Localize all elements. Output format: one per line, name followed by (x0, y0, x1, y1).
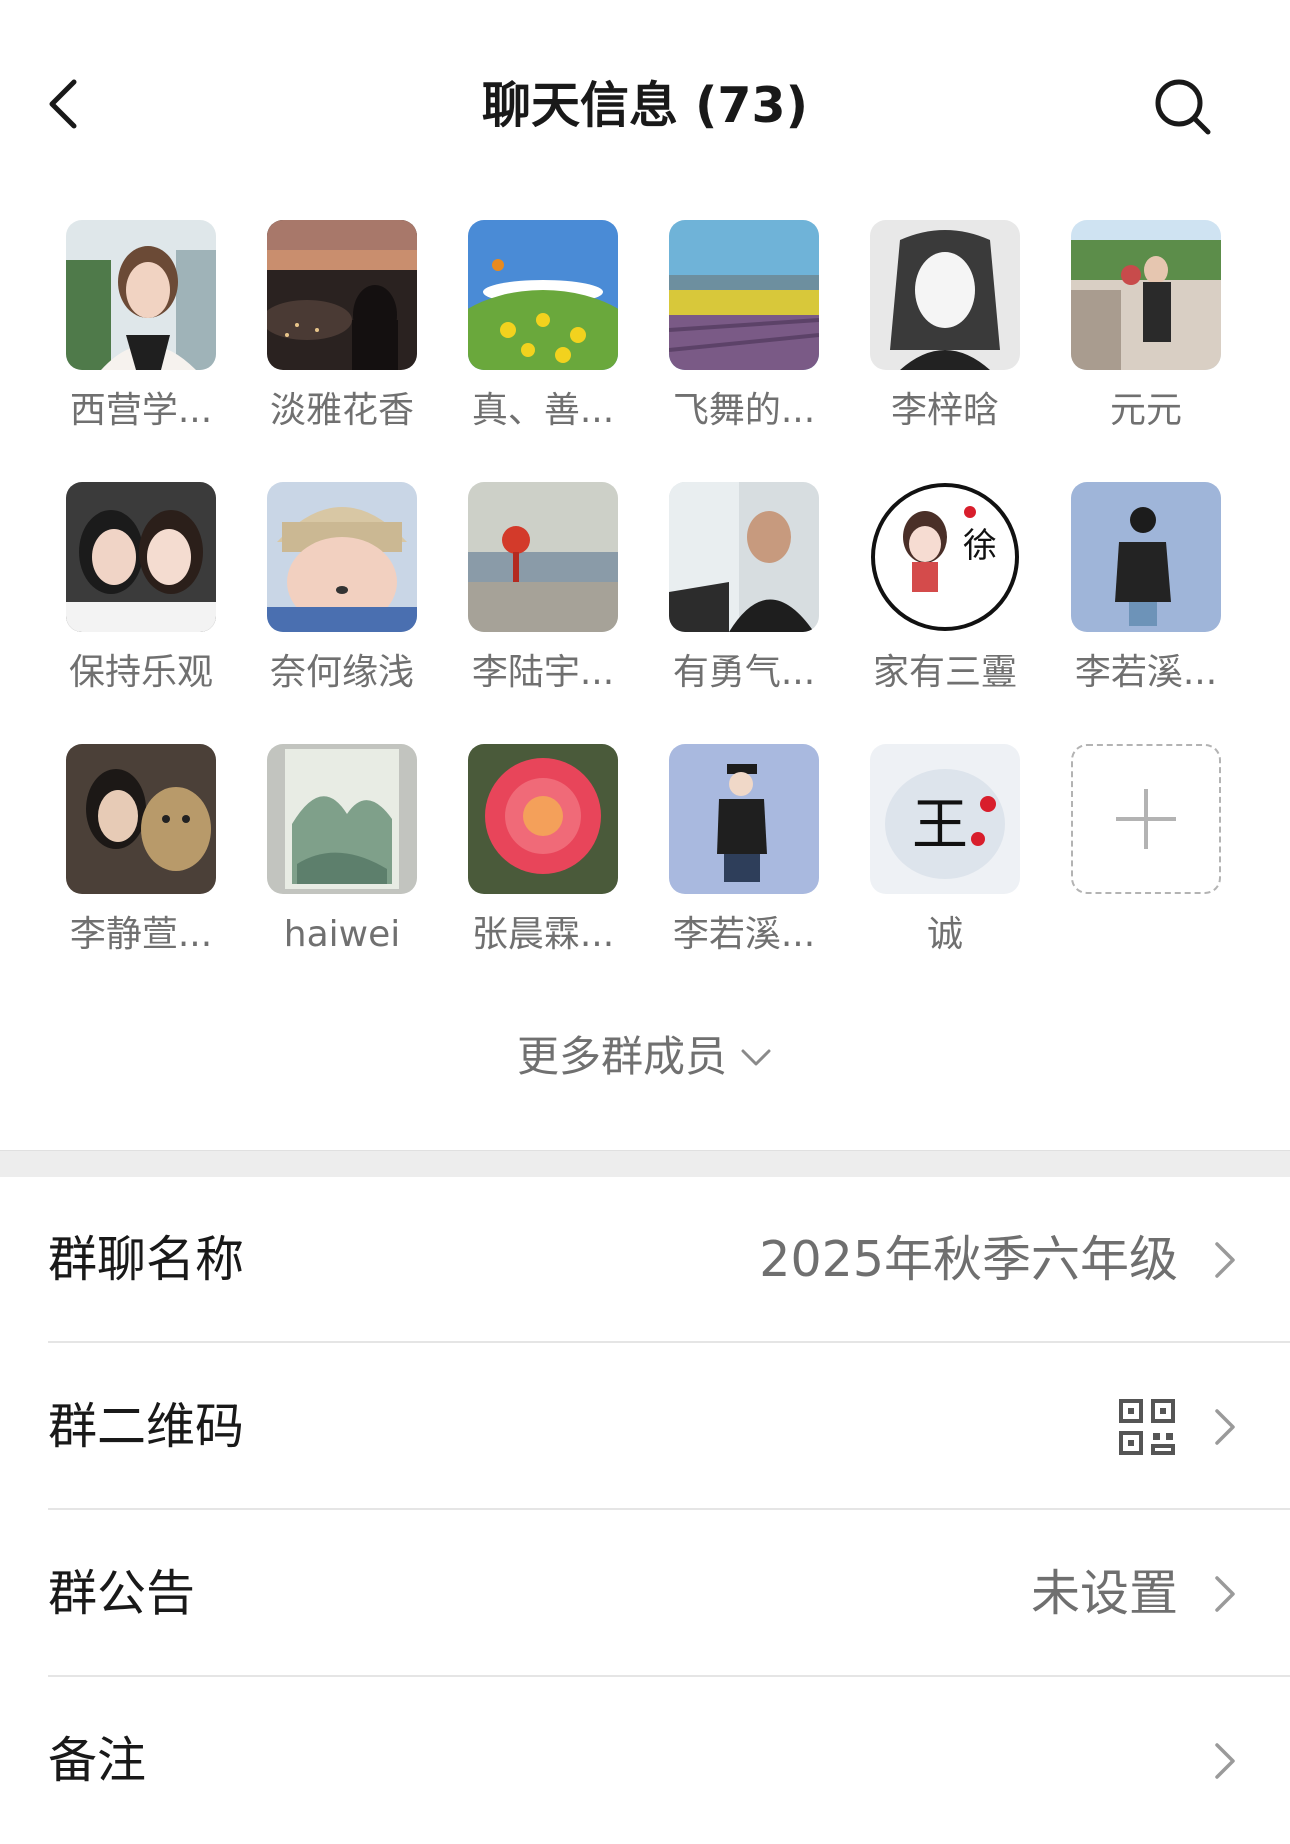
member-item[interactable]: 西营学... (51, 220, 231, 460)
member-avatar[interactable] (669, 482, 819, 632)
member-avatar[interactable] (267, 220, 417, 370)
group-qr-label: 群二维码 (48, 1398, 245, 1455)
member-avatar[interactable]: 王 (870, 744, 1020, 894)
member-item[interactable]: 淡雅花香 (252, 220, 432, 460)
member-name: 李若溪... (672, 914, 816, 955)
member-avatar[interactable]: 徐 (870, 482, 1020, 632)
member-name: 李若溪... (1074, 652, 1218, 693)
svg-text:王: 王 (912, 793, 968, 858)
page-title: 聊天信息 (73) (481, 77, 809, 134)
chevron-right-icon (1215, 1409, 1235, 1445)
member-name: 真、善... (471, 390, 615, 431)
member-avatar[interactable] (267, 744, 417, 894)
member-item[interactable]: 飞舞的... (654, 220, 834, 460)
member-avatar[interactable] (468, 220, 618, 370)
qr-code-icon (1119, 1399, 1175, 1455)
member-avatar[interactable] (66, 220, 216, 370)
member-name: haiwei (283, 914, 401, 955)
member-item[interactable]: 李若溪... (1056, 482, 1236, 722)
member-item[interactable]: 李若溪... (654, 744, 834, 984)
member-name: 淡雅花香 (269, 390, 414, 431)
add-member-tile[interactable] (1071, 744, 1221, 894)
chevron-down-icon (741, 1049, 771, 1066)
member-item[interactable]: 王 诚 (855, 744, 1035, 984)
plus-icon (1116, 789, 1176, 849)
group-qr-row[interactable]: 群二维码 (0, 1343, 1290, 1510)
member-avatar[interactable] (1071, 220, 1221, 370)
member-name: 诚 (926, 914, 963, 955)
member-name: 西营学... (69, 390, 213, 431)
member-name: 有勇气... (672, 652, 816, 693)
member-avatar[interactable] (267, 482, 417, 632)
member-name: 张晨霖... (471, 914, 615, 955)
member-avatar[interactable] (870, 220, 1020, 370)
member-name: 李陆宇... (471, 652, 615, 693)
member-name: 飞舞的... (672, 390, 816, 431)
member-item[interactable]: 李静萱... (51, 744, 231, 984)
more-members-label: 更多群成员 (516, 1032, 727, 1081)
member-avatar[interactable] (468, 744, 618, 894)
chevron-right-icon (1215, 1576, 1235, 1612)
search-button[interactable] (1148, 72, 1218, 142)
remark-label: 备注 (48, 1732, 147, 1789)
member-name: 家有三霻 (872, 652, 1017, 693)
member-item[interactable]: 有勇气... (654, 482, 834, 722)
member-name: 元元 (1109, 390, 1182, 431)
chevron-right-icon (1215, 1743, 1235, 1779)
member-avatar[interactable] (669, 744, 819, 894)
member-avatar[interactable] (468, 482, 618, 632)
group-name-row[interactable]: 群聊名称 2025年秋季六年级 (0, 1176, 1290, 1343)
member-item[interactable]: 奈何缘浅 (252, 482, 432, 722)
group-name-label: 群聊名称 (48, 1231, 245, 1288)
search-icon (1155, 79, 1211, 135)
more-members-button[interactable]: 更多群成员 (0, 1022, 1290, 1092)
section-divider (0, 1150, 1290, 1177)
member-item[interactable]: 保持乐观 (51, 482, 231, 722)
header-bar: 聊天信息 (73) (0, 0, 1290, 215)
member-name: 奈何缘浅 (269, 652, 414, 693)
member-item[interactable]: 元元 (1056, 220, 1236, 460)
member-item[interactable]: 张晨霖... (453, 744, 633, 984)
svg-text:徐: 徐 (963, 526, 997, 566)
member-name: 保持乐观 (68, 652, 213, 693)
member-avatar[interactable] (1071, 482, 1221, 632)
group-name-value: 2025年秋季六年级 (759, 1231, 1178, 1288)
member-item[interactable]: haiwei (252, 744, 432, 984)
member-name: 李梓晗 (890, 390, 999, 431)
remark-row[interactable]: 备注 (0, 1677, 1290, 1844)
announcement-value: 未设置 (1030, 1565, 1178, 1622)
member-item[interactable]: 李陆宇... (453, 482, 633, 722)
member-avatar[interactable] (66, 482, 216, 632)
chevron-right-icon (1215, 1242, 1235, 1278)
member-item[interactable]: 真、善... (453, 220, 633, 460)
add-member-button[interactable] (1056, 744, 1236, 984)
announcement-row[interactable]: 群公告 未设置 (0, 1510, 1290, 1677)
member-avatar[interactable] (66, 744, 216, 894)
member-name: 李静萱... (69, 914, 213, 955)
announcement-label: 群公告 (48, 1565, 196, 1622)
member-item[interactable]: 李梓晗 (855, 220, 1035, 460)
member-item[interactable]: 徐 家有三霻 (855, 482, 1035, 722)
member-avatar[interactable] (669, 220, 819, 370)
